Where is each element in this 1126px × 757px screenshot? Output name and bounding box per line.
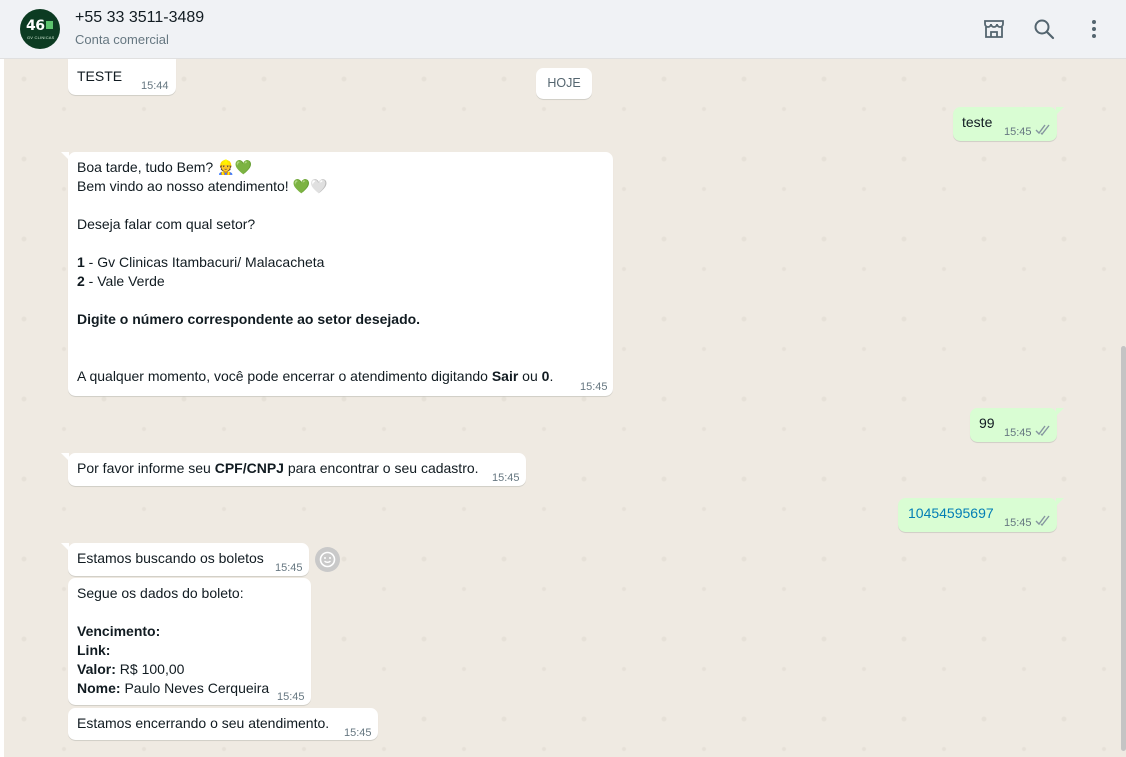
- message-outgoing[interactable]: teste 15:45: [953, 107, 1064, 141]
- contact-name[interactable]: +55 33 3511-3489: [75, 9, 204, 27]
- boleto-value: R$ 100,00: [115, 661, 185, 677]
- closing-text: ou: [518, 368, 542, 384]
- option-text: - Gv Clinicas Itambacuri/ Malacacheta: [84, 254, 325, 270]
- message-incoming-welcome[interactable]: Boa tarde, tudo Bem? 👷💚 Bem vindo ao nos…: [61, 152, 613, 396]
- message-time: 15:45: [492, 472, 520, 484]
- search-icon[interactable]: [1032, 17, 1056, 41]
- message-incoming-boleto[interactable]: Segue os dados do boleto: Vencimento: Li…: [68, 578, 311, 705]
- message-time: 15:45: [1004, 517, 1032, 529]
- message-time: 15:45: [1004, 427, 1032, 439]
- phone-number-link[interactable]: 10454595697: [908, 504, 994, 523]
- message-line: Bem vindo ao nosso atendimento! 💚🤍: [77, 178, 328, 194]
- closing-keyword: Sair: [491, 368, 519, 384]
- double-check-icon: [1035, 425, 1050, 436]
- option-number: 1: [77, 254, 85, 270]
- closing-text: .: [549, 368, 554, 384]
- message-text: Estamos buscando os boletos: [77, 550, 264, 566]
- closing-text: A qualquer momento, você pode encerrar o…: [77, 368, 492, 384]
- message-text: Estamos encerrando o seu atendimento.: [77, 715, 330, 731]
- message-text: Por favor informe seu CPF/CNPJ para enco…: [77, 459, 479, 478]
- message-text: 99: [979, 415, 995, 431]
- boleto-value-line: Valor: R$ 100,00: [77, 660, 302, 679]
- contact-subtitle: Conta comercial: [75, 32, 169, 47]
- message-time: 15:45: [275, 562, 303, 574]
- double-check-icon: [1035, 124, 1050, 135]
- store-icon[interactable]: [982, 17, 1006, 41]
- message-time: 15:44: [141, 80, 169, 92]
- boleto-name-line: Nome: Paulo Neves Cerqueira: [77, 679, 302, 698]
- option-text: - Vale Verde: [84, 273, 165, 289]
- menu-dots-icon[interactable]: [1082, 17, 1106, 41]
- option-number: 2: [77, 273, 85, 289]
- message-line: Segue os dados do boleto:: [77, 585, 244, 601]
- avatar-logo-subtext: GV CLINICAS: [27, 35, 55, 40]
- emoji-reaction-icon[interactable]: [315, 547, 340, 572]
- message-outgoing[interactable]: 99 15:45: [970, 408, 1064, 442]
- message-outgoing[interactable]: 10454595697 15:45: [898, 498, 1064, 532]
- message-time: 15:45: [344, 727, 372, 739]
- message-incoming[interactable]: Estamos encerrando o seu atendimento. 15…: [68, 708, 378, 740]
- message-text: TESTE: [77, 68, 123, 84]
- boleto-name-label: Nome:: [77, 680, 121, 696]
- boleto-due-label: Vencimento:: [77, 623, 161, 639]
- message-incoming[interactable]: TESTE 15:44: [68, 59, 176, 95]
- option-line: 2 - Vale Verde: [77, 272, 604, 291]
- message-incoming[interactable]: Estamos buscando os boletos 15:45: [61, 543, 309, 576]
- instruction-line: Digite o número correspondente ao setor …: [77, 311, 421, 327]
- avatar-logo-mark: [46, 21, 53, 29]
- message-text-part: Por favor informe seu: [77, 460, 215, 476]
- message-time: 15:45: [580, 381, 608, 393]
- message-line: Deseja falar com qual setor?: [77, 216, 256, 232]
- message-line: Boa tarde, tudo Bem? 👷💚: [77, 159, 252, 175]
- contact-avatar[interactable]: 46 GV CLINICAS: [20, 9, 60, 49]
- boleto-link-label: Link:: [77, 642, 111, 658]
- message-time: 15:45: [277, 691, 305, 703]
- message-incoming[interactable]: Por favor informe seu CPF/CNPJ para enco…: [61, 453, 526, 486]
- avatar-logo-text: 46: [26, 18, 45, 34]
- chat-scrollbar[interactable]: [1121, 346, 1126, 751]
- date-divider: HOJE: [536, 68, 592, 99]
- closing-line: A qualquer momento, você pode encerrar o…: [77, 367, 604, 386]
- chat-header: 46 GV CLINICAS +55 33 3511-3489 Conta co…: [0, 0, 1126, 59]
- message-time: 15:45: [1004, 126, 1032, 138]
- option-line: 1 - Gv Clinicas Itambacuri/ Malacacheta: [77, 253, 604, 272]
- boleto-value-label: Valor:: [77, 661, 116, 677]
- message-text-part: para encontrar o seu cadastro.: [283, 460, 479, 476]
- message-text: teste: [962, 114, 993, 130]
- message-text-bold: CPF/CNPJ: [214, 460, 284, 476]
- double-check-icon: [1035, 515, 1050, 526]
- boleto-name: Paulo Neves Cerqueira: [120, 680, 270, 696]
